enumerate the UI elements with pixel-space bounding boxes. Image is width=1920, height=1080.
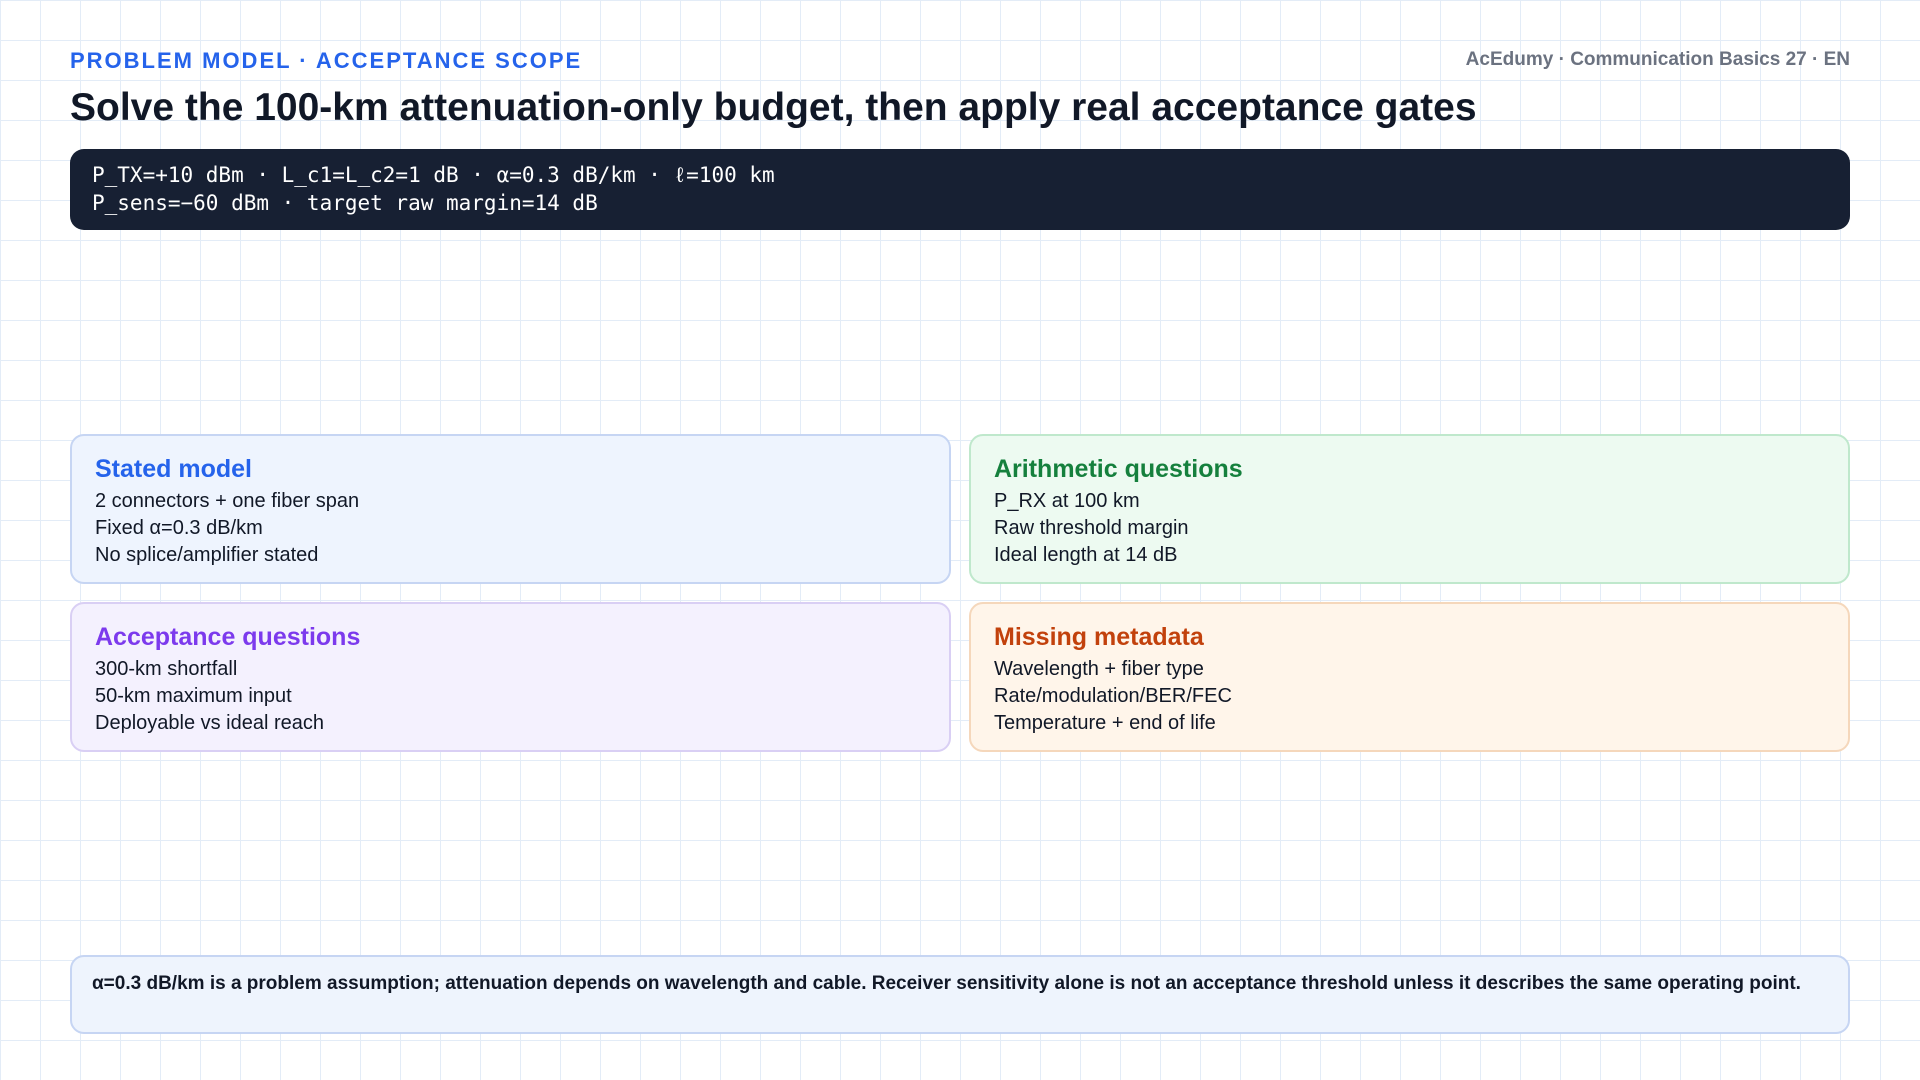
card-line: 2 connectors + one fiber span: [95, 490, 360, 512]
formula-line: P_sens=−60 dBm · target raw margin=14 dB: [92, 191, 598, 215]
page-title: Solve the 100-km attenuation-only budget…: [70, 86, 1477, 129]
card-line: Fixed α=0.3 dB/km: [95, 517, 263, 539]
formula-line: P_TX=+10 dBm · L_c1=L_c2=1 dB · α=0.3 dB…: [92, 163, 775, 187]
card-line: Raw threshold margin: [994, 517, 1189, 539]
card-line: 50-km maximum input: [95, 685, 292, 707]
card-title: Acceptance questions: [95, 623, 361, 651]
card-arithmetic-questions: Arithmetic questions P_RX at 100 km Raw …: [969, 434, 1850, 584]
assumption-note: α=0.3 dB/km is a problem assumption; att…: [70, 955, 1850, 1034]
card-line: Deployable vs ideal reach: [95, 712, 325, 734]
card-title: Missing metadata: [994, 623, 1204, 651]
card-line: Ideal length at 14 dB: [994, 544, 1178, 566]
card-line: Rate/modulation/BER/FEC: [994, 685, 1232, 707]
card-missing-metadata: Missing metadata Wavelength + fiber type…: [969, 602, 1850, 752]
eyebrow-label: PROBLEM MODEL · ACCEPTANCE SCOPE: [70, 48, 583, 73]
formula-box: P_TX=+10 dBm · L_c1=L_c2=1 dB · α=0.3 dB…: [70, 149, 1850, 230]
card-stated-model: Stated model 2 connectors + one fiber sp…: [70, 434, 951, 584]
brand-label: AcEdumy · Communication Basics 27 · EN: [1465, 49, 1850, 70]
card-line: No splice/amplifier stated: [95, 544, 319, 566]
card-line: 300-km shortfall: [95, 658, 238, 680]
card-title: Stated model: [95, 455, 252, 483]
card-line: Temperature + end of life: [994, 712, 1216, 734]
card-acceptance-questions: Acceptance questions 300-km shortfall 50…: [70, 602, 951, 752]
card-title: Arithmetic questions: [994, 455, 1243, 483]
card-line: Wavelength + fiber type: [994, 658, 1204, 680]
card-line: P_RX at 100 km: [994, 490, 1140, 512]
